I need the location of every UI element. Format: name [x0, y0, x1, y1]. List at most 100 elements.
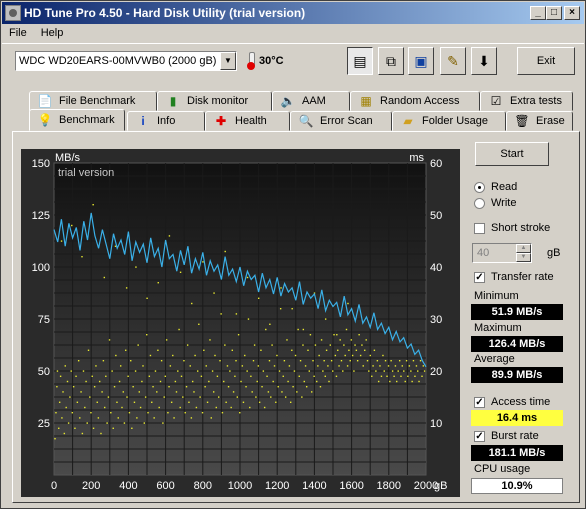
- menu-help[interactable]: Help: [34, 27, 71, 39]
- access-time-point: [293, 370, 296, 372]
- access-time-point: [351, 354, 354, 357]
- access-time-point: [134, 370, 137, 372]
- access-time-point: [261, 386, 263, 388]
- access-time-point: [174, 380, 177, 383]
- access-time-point: [283, 360, 286, 362]
- access-time-point: [418, 380, 420, 383]
- x-tick-label: 400: [119, 480, 137, 492]
- access-time-point: [60, 240, 63, 242]
- tab-file-benchmark[interactable]: 📄 File Benchmark: [29, 91, 157, 111]
- menu-file[interactable]: File: [2, 27, 34, 39]
- access-time-point: [314, 344, 317, 346]
- chevron-down-icon[interactable]: ▼: [220, 52, 236, 70]
- copy-image-icon: ⧉: [386, 53, 396, 69]
- access-time-point: [209, 339, 211, 341]
- info-icon: i: [141, 114, 145, 128]
- access-time-checkbox[interactable]: ✓ Access time: [474, 396, 550, 408]
- access-time-point: [206, 401, 209, 403]
- access-time-point: [266, 375, 268, 377]
- access-time-point: [169, 365, 172, 367]
- access-time-point: [85, 380, 87, 383]
- access-time-point: [226, 365, 229, 367]
- access-time-point: [79, 417, 81, 419]
- access-time-point: [86, 422, 88, 424]
- download-button[interactable]: ⬇: [471, 47, 497, 75]
- access-time-point: [157, 349, 159, 351]
- access-time-point: [307, 349, 309, 351]
- access-time-point: [133, 401, 136, 403]
- access-time-point: [136, 417, 138, 419]
- access-time-point: [342, 370, 344, 372]
- access-time-point: [273, 365, 276, 367]
- copy-screenshot-button[interactable]: ⧉: [378, 47, 404, 75]
- access-time-point: [97, 417, 100, 419]
- start-button[interactable]: Start: [475, 142, 549, 166]
- access-time-point: [84, 406, 86, 409]
- access-time-point: [253, 344, 256, 346]
- access-time-point: [190, 417, 193, 419]
- access-time-point: [267, 391, 270, 393]
- drive-select[interactable]: WDC WD20EARS-00MVWB0 (2000 gB) ▼: [15, 51, 237, 71]
- access-time-point: [204, 386, 206, 388]
- access-time-point: [90, 412, 92, 414]
- tab-info[interactable]: i Info: [127, 111, 205, 131]
- tab-aam[interactable]: 🔈 AAM: [272, 91, 350, 111]
- tab-folder-usage[interactable]: ▰ Folder Usage: [392, 111, 506, 131]
- copy-info-button[interactable]: ▤: [347, 47, 373, 75]
- transfer-rate-checkbox[interactable]: ✓ Transfer rate: [474, 271, 554, 283]
- read-radio[interactable]: Read: [474, 181, 517, 193]
- access-time-point: [268, 360, 271, 362]
- spin-down-icon[interactable]: ▼: [516, 253, 531, 262]
- access-time-point: [213, 292, 215, 294]
- access-time-point: [112, 427, 114, 429]
- tab-disk-monitor[interactable]: ▮ Disk monitor: [157, 91, 272, 111]
- y-axis-label-left: MB/s: [55, 152, 81, 164]
- minimize-button[interactable]: _: [530, 6, 546, 20]
- access-time-point: [332, 370, 334, 372]
- access-time-point: [377, 380, 380, 383]
- short-stroke-spinner[interactable]: 40 ▲ ▼: [472, 243, 532, 263]
- tab-extra-tests[interactable]: ☑ Extra tests: [480, 91, 573, 111]
- tab-error-scan[interactable]: 🔍 Error Scan: [290, 111, 392, 131]
- access-time-point: [246, 370, 248, 372]
- access-time-point: [92, 204, 94, 206]
- access-time-point: [111, 370, 113, 372]
- access-time-point: [292, 386, 294, 388]
- spin-up-icon[interactable]: ▲: [516, 244, 531, 253]
- maximize-button[interactable]: □: [546, 6, 562, 20]
- access-time-point: [162, 422, 164, 424]
- short-stroke-checkbox[interactable]: Short stroke: [474, 222, 550, 234]
- save-screenshot-button[interactable]: ▣: [408, 47, 434, 75]
- access-time-point: [384, 360, 387, 362]
- access-time-point: [239, 412, 241, 414]
- x-tick-label: 800: [194, 480, 212, 492]
- tab-erase[interactable]: 🗑 Erase: [506, 111, 573, 131]
- access-time-point: [196, 370, 199, 372]
- tab-benchmark[interactable]: 💡 Benchmark: [29, 109, 125, 131]
- access-time-point: [411, 380, 413, 383]
- exit-button[interactable]: Exit: [517, 47, 575, 75]
- burst-rate-checkbox[interactable]: ✓ Burst rate: [474, 430, 539, 442]
- tab-random-access[interactable]: ▦ Random Access: [350, 91, 480, 111]
- access-time-point: [195, 406, 198, 409]
- access-time-point: [237, 334, 240, 336]
- access-time-point: [251, 391, 253, 393]
- title-bar[interactable]: HD Tune Pro 4.50 - Hard Disk Utility (tr…: [2, 2, 584, 24]
- access-time-point: [58, 401, 61, 403]
- access-time-point: [407, 375, 409, 377]
- write-radio[interactable]: Write: [474, 197, 516, 209]
- access-time-point: [125, 287, 128, 289]
- access-time-point: [132, 386, 134, 388]
- access-time-point: [126, 396, 128, 398]
- access-time-point: [294, 354, 297, 357]
- access-time-point: [106, 422, 108, 424]
- access-time-point: [311, 391, 313, 393]
- access-time-point: [216, 375, 219, 377]
- access-time-point: [205, 365, 207, 367]
- access-time-point: [305, 386, 308, 388]
- tab-health[interactable]: ✚ Health: [205, 111, 290, 131]
- close-button[interactable]: ×: [564, 6, 580, 20]
- access-time-point: [223, 380, 225, 383]
- options-button[interactable]: ✎: [440, 47, 466, 75]
- access-time-point: [82, 370, 85, 372]
